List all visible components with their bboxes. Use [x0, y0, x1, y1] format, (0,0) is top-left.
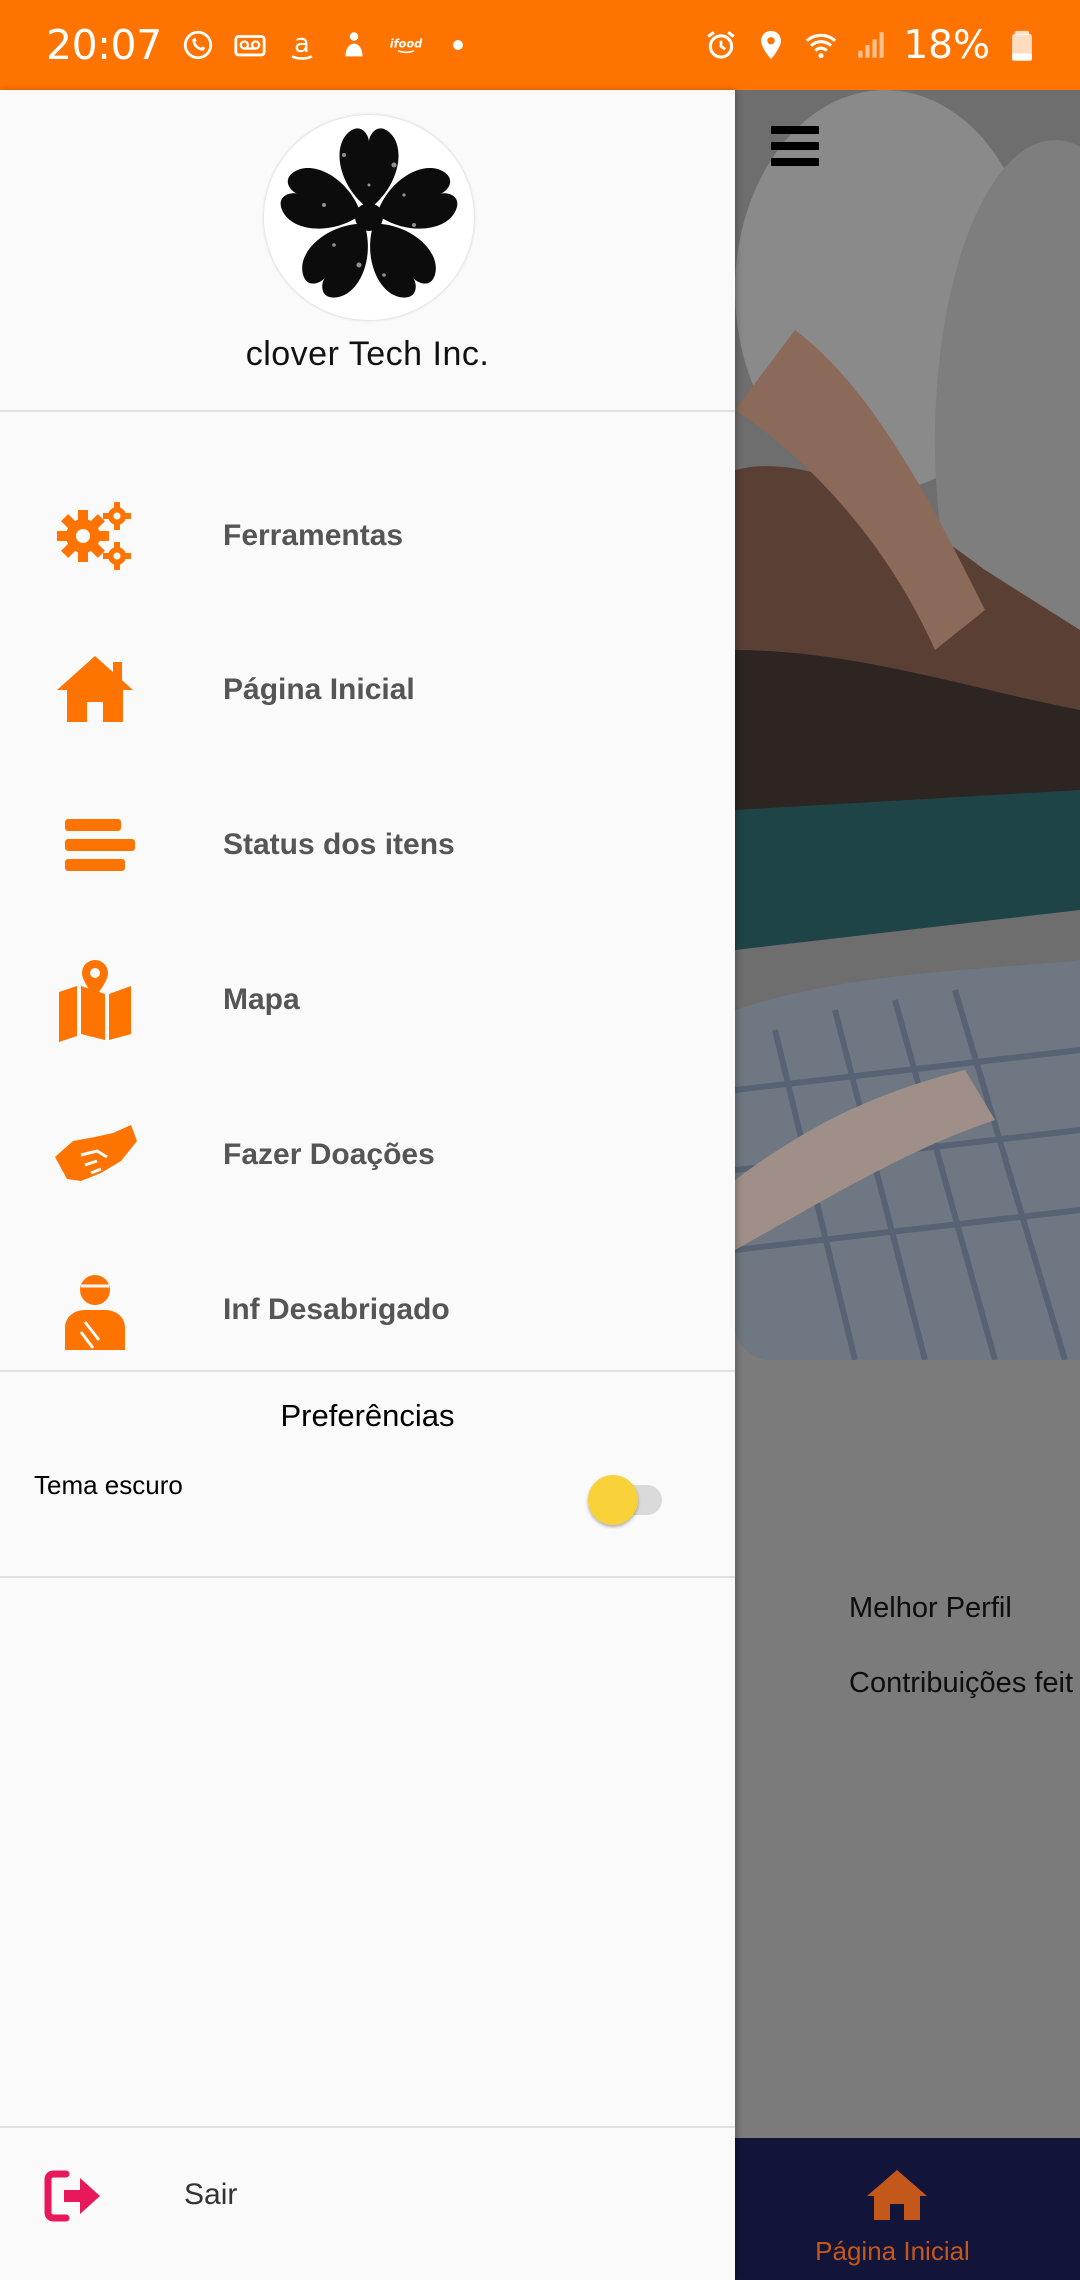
amazon-icon: a [284, 27, 320, 63]
bars-icon [50, 800, 140, 890]
gears-icon [50, 491, 140, 581]
home-icon[interactable] [865, 2166, 929, 2222]
preferences-title: Preferências [280, 1398, 455, 1433]
signal-icon [853, 27, 889, 63]
team-hands-photo [735, 90, 1080, 1360]
menu-item-label: Mapa [223, 983, 300, 1016]
menu-item-label: Fazer Doações [223, 1138, 435, 1171]
background-page: Melhor Perfil Contribuições feit Página … [735, 90, 1080, 2280]
person-icon [50, 1265, 140, 1355]
menu-item-inf-desabrigado[interactable]: Inf Desabrigado [0, 1250, 735, 1370]
clover-logo [264, 115, 474, 320]
menu-item-label: Página Inicial [223, 673, 415, 706]
handshake-icon [50, 1110, 140, 1200]
location-icon [753, 27, 789, 63]
notification-icons: a ifood [180, 27, 476, 63]
voicemail-icon [232, 27, 268, 63]
alarm-icon [703, 27, 739, 63]
menu-item-ferramentas[interactable]: Ferramentas [0, 476, 735, 596]
best-profile-label: Melhor Perfil [849, 1592, 1012, 1624]
whatsapp-icon [180, 27, 216, 63]
menu-item-mapa[interactable]: Mapa [0, 940, 735, 1060]
wifi-icon [803, 27, 839, 63]
status-bar: 20:07 a ifood 18% [0, 0, 1080, 90]
menu-item-pagina-inicial[interactable]: Página Inicial [0, 630, 735, 750]
app-icon [336, 27, 372, 63]
sign-out-icon [44, 2168, 104, 2224]
preferences-divider [0, 1576, 735, 1578]
menu-item-label: Status dos itens [223, 828, 455, 861]
bottom-navigation: Página Inicial [735, 2138, 1080, 2280]
menu-item-label: Ferramentas [223, 519, 404, 552]
company-name: clover Tech Inc. [245, 335, 490, 373]
logout-label: Sair [184, 2178, 238, 2211]
status-time: 20:07 [46, 21, 162, 69]
dot-icon [440, 27, 476, 63]
menu-divider [0, 1370, 735, 1372]
dark-theme-toggle[interactable] [588, 1475, 672, 1525]
menu-item-fazer-doacoes[interactable]: Fazer Doações [0, 1095, 735, 1215]
hamburger-menu-icon[interactable] [771, 126, 819, 170]
battery-icon [1004, 27, 1040, 63]
home-icon [50, 645, 140, 735]
bottom-nav-home-label[interactable]: Página Inicial [735, 2236, 1050, 2267]
menu-item-label: Inf Desabrigado [223, 1293, 450, 1326]
logout-button[interactable]: Sair [0, 2138, 735, 2258]
navigation-drawer: clover Tech Inc. Ferramentas Página Inic… [0, 90, 735, 2280]
dark-theme-label: Tema escuro [34, 1470, 183, 1500]
system-icons: 18% [703, 23, 1040, 68]
map-icon [50, 955, 140, 1045]
footer-divider [0, 2126, 735, 2128]
svg-text:ifood: ifood [389, 36, 422, 50]
svg-text:a: a [294, 29, 310, 59]
battery-percentage: 18% [903, 22, 990, 68]
contributions-label: Contribuições feit [849, 1667, 1074, 1699]
ifood-icon: ifood [388, 27, 424, 63]
toggle-thumb [588, 1475, 638, 1525]
menu-item-status-dos-itens[interactable]: Status dos itens [0, 785, 735, 905]
header-divider [0, 410, 735, 412]
